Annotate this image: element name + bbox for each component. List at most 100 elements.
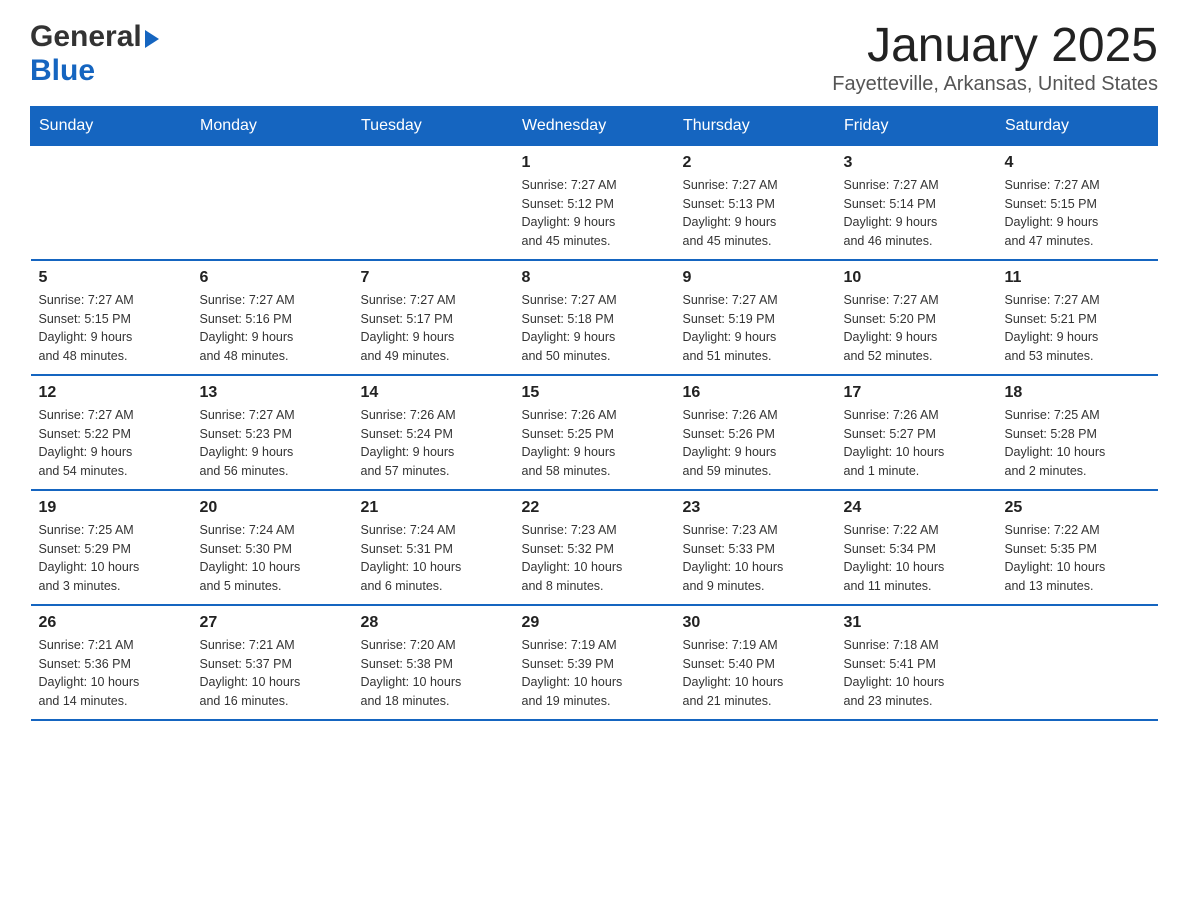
day-info: Sunrise: 7:27 AM Sunset: 5:19 PM Dayligh… <box>683 291 828 366</box>
day-number: 3 <box>844 154 989 172</box>
title-block: January 2025 Fayetteville, Arkansas, Uni… <box>832 20 1158 96</box>
calendar-cell: 12Sunrise: 7:27 AM Sunset: 5:22 PM Dayli… <box>31 375 192 490</box>
calendar-cell: 16 Sunrise: 7:26 AM Sunset: 5:26 PM Dayli… <box>675 375 836 490</box>
day-info: Sunrise: 7:25 AM Sunset: 5:28 PM Dayligh… <box>1005 406 1150 481</box>
calendar-cell: 23 Sunrise: 7:23 AM Sunset: 5:33 PM Dayli… <box>675 490 836 605</box>
calendar-cell: 1 Sunrise: 7:27 AM Sunset: 5:12 PM Daylig… <box>514 145 675 260</box>
calendar-header-row: SundayMondayTuesdayWednesdayThursdayFrid… <box>31 106 1158 145</box>
page-header: General Blue January 2025 Fayetteville, … <box>30 20 1158 96</box>
day-number: 6 <box>200 269 345 287</box>
day-info: Sunrise: 7:27 AM Sunset: 5:13 PM Dayligh… <box>683 176 828 251</box>
calendar-week-row: 5 Sunrise: 7:27 AM Sunset: 5:15 PM Daylig… <box>31 260 1158 375</box>
calendar-cell: 29 Sunrise: 7:19 AM Sunset: 5:39 PM Dayli… <box>514 605 675 720</box>
calendar-cell: 25 Sunrise: 7:22 AM Sunset: 5:35 PM Dayli… <box>997 490 1158 605</box>
calendar-subtitle: Fayetteville, Arkansas, United States <box>832 73 1158 96</box>
day-info: Sunrise: 7:26 AM Sunset: 5:24 PM Dayligh… <box>361 406 506 481</box>
day-number: 10 <box>844 269 989 287</box>
logo-triangle-icon <box>145 30 159 48</box>
calendar-cell: 8 Sunrise: 7:27 AM Sunset: 5:18 PM Daylig… <box>514 260 675 375</box>
day-info: Sunrise: 7:27 AM Sunset: 5:21 PM Dayligh… <box>1005 291 1150 366</box>
day-number: 1 <box>522 154 667 172</box>
day-number: 16 <box>683 384 828 402</box>
day-number: 29 <box>522 614 667 632</box>
day-info: Sunrise: 7:27 AM Sunset: 5:22 PM Dayligh… <box>39 406 184 481</box>
day-number: 8 <box>522 269 667 287</box>
day-info: Sunrise: 7:21 AM Sunset: 5:37 PM Dayligh… <box>200 636 345 711</box>
day-info: Sunrise: 7:22 AM Sunset: 5:35 PM Dayligh… <box>1005 521 1150 596</box>
day-number: 28 <box>361 614 506 632</box>
calendar-cell: 15 Sunrise: 7:26 AM Sunset: 5:25 PM Dayli… <box>514 375 675 490</box>
calendar-cell: 9 Sunrise: 7:27 AM Sunset: 5:19 PM Daylig… <box>675 260 836 375</box>
calendar-cell: 24 Sunrise: 7:22 AM Sunset: 5:34 PM Dayli… <box>836 490 997 605</box>
calendar-cell: 13Sunrise: 7:27 AM Sunset: 5:23 PM Dayli… <box>192 375 353 490</box>
calendar-cell: 6 Sunrise: 7:27 AM Sunset: 5:16 PM Daylig… <box>192 260 353 375</box>
day-number: 18 <box>1005 384 1150 402</box>
day-number: 9 <box>683 269 828 287</box>
logo-blue-text: Blue <box>30 54 95 87</box>
day-info: Sunrise: 7:24 AM Sunset: 5:30 PM Dayligh… <box>200 521 345 596</box>
day-number: 31 <box>844 614 989 632</box>
logo: General Blue <box>30 20 159 88</box>
calendar-week-row: 19Sunrise: 7:25 AM Sunset: 5:29 PM Dayli… <box>31 490 1158 605</box>
day-number: 7 <box>361 269 506 287</box>
day-number: 2 <box>683 154 828 172</box>
day-info: Sunrise: 7:27 AM Sunset: 5:17 PM Dayligh… <box>361 291 506 366</box>
calendar-cell: 31 Sunrise: 7:18 AM Sunset: 5:41 PM Dayli… <box>836 605 997 720</box>
day-number: 15 <box>522 384 667 402</box>
calendar-cell: 4Sunrise: 7:27 AM Sunset: 5:15 PM Daylig… <box>997 145 1158 260</box>
day-info: Sunrise: 7:23 AM Sunset: 5:33 PM Dayligh… <box>683 521 828 596</box>
day-info: Sunrise: 7:27 AM Sunset: 5:18 PM Dayligh… <box>522 291 667 366</box>
day-of-week-header: Monday <box>192 106 353 145</box>
day-number: 26 <box>39 614 184 632</box>
calendar-cell: 14 Sunrise: 7:26 AM Sunset: 5:24 PM Dayli… <box>353 375 514 490</box>
calendar-cell <box>353 145 514 260</box>
calendar-cell: 17Sunrise: 7:26 AM Sunset: 5:27 PM Dayli… <box>836 375 997 490</box>
day-info: Sunrise: 7:20 AM Sunset: 5:38 PM Dayligh… <box>361 636 506 711</box>
calendar-week-row: 12Sunrise: 7:27 AM Sunset: 5:22 PM Dayli… <box>31 375 1158 490</box>
day-info: Sunrise: 7:22 AM Sunset: 5:34 PM Dayligh… <box>844 521 989 596</box>
day-of-week-header: Sunday <box>31 106 192 145</box>
day-of-week-header: Wednesday <box>514 106 675 145</box>
calendar-week-row: 1 Sunrise: 7:27 AM Sunset: 5:12 PM Daylig… <box>31 145 1158 260</box>
day-of-week-header: Saturday <box>997 106 1158 145</box>
calendar-cell: 18 Sunrise: 7:25 AM Sunset: 5:28 PM Dayli… <box>997 375 1158 490</box>
calendar-cell: 7 Sunrise: 7:27 AM Sunset: 5:17 PM Daylig… <box>353 260 514 375</box>
calendar-cell <box>31 145 192 260</box>
day-number: 24 <box>844 499 989 517</box>
day-info: Sunrise: 7:21 AM Sunset: 5:36 PM Dayligh… <box>39 636 184 711</box>
day-info: Sunrise: 7:26 AM Sunset: 5:26 PM Dayligh… <box>683 406 828 481</box>
day-info: Sunrise: 7:18 AM Sunset: 5:41 PM Dayligh… <box>844 636 989 711</box>
day-info: Sunrise: 7:27 AM Sunset: 5:16 PM Dayligh… <box>200 291 345 366</box>
day-info: Sunrise: 7:24 AM Sunset: 5:31 PM Dayligh… <box>361 521 506 596</box>
calendar-cell: 22Sunrise: 7:23 AM Sunset: 5:32 PM Dayli… <box>514 490 675 605</box>
calendar-cell: 2 Sunrise: 7:27 AM Sunset: 5:13 PM Daylig… <box>675 145 836 260</box>
day-info: Sunrise: 7:27 AM Sunset: 5:23 PM Dayligh… <box>200 406 345 481</box>
day-number: 14 <box>361 384 506 402</box>
day-info: Sunrise: 7:26 AM Sunset: 5:25 PM Dayligh… <box>522 406 667 481</box>
day-of-week-header: Tuesday <box>353 106 514 145</box>
day-info: Sunrise: 7:19 AM Sunset: 5:39 PM Dayligh… <box>522 636 667 711</box>
calendar-cell: 27Sunrise: 7:21 AM Sunset: 5:37 PM Dayli… <box>192 605 353 720</box>
day-info: Sunrise: 7:19 AM Sunset: 5:40 PM Dayligh… <box>683 636 828 711</box>
day-number: 4 <box>1005 154 1150 172</box>
day-number: 20 <box>200 499 345 517</box>
day-number: 5 <box>39 269 184 287</box>
day-number: 17 <box>844 384 989 402</box>
calendar-cell: 20 Sunrise: 7:24 AM Sunset: 5:30 PM Dayli… <box>192 490 353 605</box>
calendar-cell: 5 Sunrise: 7:27 AM Sunset: 5:15 PM Daylig… <box>31 260 192 375</box>
day-number: 21 <box>361 499 506 517</box>
calendar-cell: 10Sunrise: 7:27 AM Sunset: 5:20 PM Dayli… <box>836 260 997 375</box>
day-info: Sunrise: 7:27 AM Sunset: 5:12 PM Dayligh… <box>522 176 667 251</box>
calendar-cell <box>997 605 1158 720</box>
logo-general-text: General <box>30 20 142 54</box>
day-info: Sunrise: 7:27 AM Sunset: 5:15 PM Dayligh… <box>39 291 184 366</box>
calendar-cell: 26 Sunrise: 7:21 AM Sunset: 5:36 PM Dayli… <box>31 605 192 720</box>
day-number: 11 <box>1005 269 1150 287</box>
calendar-cell: 21 Sunrise: 7:24 AM Sunset: 5:31 PM Dayli… <box>353 490 514 605</box>
calendar-cell: 30 Sunrise: 7:19 AM Sunset: 5:40 PM Dayli… <box>675 605 836 720</box>
calendar-cell <box>192 145 353 260</box>
day-number: 25 <box>1005 499 1150 517</box>
calendar-cell: 3Sunrise: 7:27 AM Sunset: 5:14 PM Daylig… <box>836 145 997 260</box>
day-number: 30 <box>683 614 828 632</box>
day-number: 23 <box>683 499 828 517</box>
